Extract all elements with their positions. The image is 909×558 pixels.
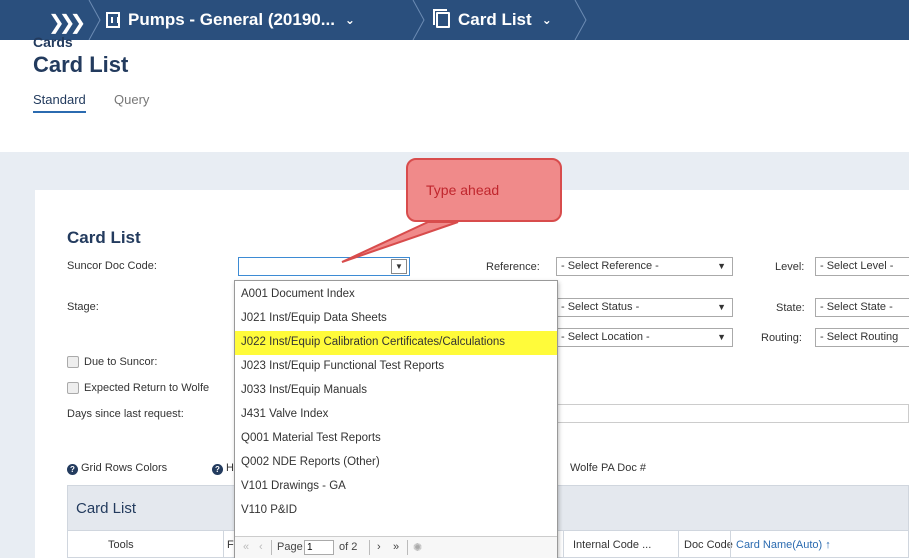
list-item[interactable]: J023 Inst/Equip Functional Test Reports [235,355,557,379]
column-divider [223,531,224,558]
column-divider [678,531,679,558]
breadcrumb-separator-icon [412,0,425,40]
column-divider [730,531,731,558]
top-nav-bar: ❯❯❯ Pumps - General (20190... ⌄ Card Lis… [0,0,909,40]
list-item[interactable]: A001 Document Index [235,283,557,307]
dropdown-arrow-icon: ▼ [717,261,726,271]
callout-text: Type ahead [426,182,500,198]
routing-select[interactable]: - Select Routing [815,328,909,347]
tab-query[interactable]: Query [114,92,149,107]
status-select[interactable]: - Select Status - ▼ [556,298,733,317]
help-link[interactable]: ? H [212,462,234,475]
type-ahead-callout: Type ahead [406,158,562,222]
list-item[interactable]: Q001 Material Test Reports [235,427,557,451]
reference-label: Reference: [486,261,540,273]
doc-code-label: Suncor Doc Code: [67,260,157,272]
help-icon: ? [212,464,223,475]
routing-label: Routing: [761,332,802,344]
refresh-icon[interactable]: ✺ [413,541,422,554]
status-value: - Select Status - [561,301,640,313]
sort-ascending-icon: ↑ [822,539,831,551]
first-page-icon[interactable]: « [243,541,249,553]
list-item[interactable]: Q002 NDE Reports (Other) [235,451,557,475]
expected-return-checkbox[interactable] [67,382,79,394]
location-value: - Select Location - [561,331,650,343]
column-internal-code[interactable]: Internal Code ... [573,539,651,551]
state-select[interactable]: - Select State - [815,298,909,317]
level-label: Level: [775,261,805,273]
list-item[interactable]: J033 Inst/Equip Manuals [235,379,557,403]
location-select[interactable]: - Select Location - ▼ [556,328,733,347]
page-name: Card List [458,10,532,29]
last-page-icon[interactable]: » [393,541,399,553]
breadcrumb-separator-icon [574,0,587,40]
expected-return-label: Expected Return to Wolfe [84,382,210,394]
due-to-suncor-checkbox[interactable] [67,356,79,368]
state-label: State: [776,302,805,314]
page-selector[interactable]: Card List ⌄ [433,0,552,40]
project-name: Pumps - General (20190... [128,10,335,29]
section-title: Card List [67,228,141,247]
column-card-name[interactable]: Card Name(Auto) ↑ [736,539,831,551]
page-count-label: of 2 [339,541,358,553]
list-item[interactable]: J431 Valve Index [235,403,557,427]
grid-rows-colors-link[interactable]: ? Grid Rows Colors [67,462,167,475]
column-f[interactable]: F [227,539,234,551]
tab-standard[interactable]: Standard [33,92,86,113]
column-divider [563,531,564,558]
page-title: Card List [33,52,129,77]
help-link-label: H [226,462,234,474]
grid-title: Card List [76,500,137,517]
dropdown-pager: « ‹ Page of 2 › » ✺ [235,536,557,558]
list-item[interactable]: V110 P&ID [235,499,557,523]
chevron-down-icon: ⌄ [344,13,355,27]
grid-rows-colors-label: Grid Rows Colors [81,462,168,474]
page-number-input[interactable] [304,540,334,555]
dropdown-arrow-icon: ▼ [717,332,726,342]
pager-divider [369,540,370,555]
copy-document-icon [433,9,450,28]
column-card-name-label: Card Name(Auto) [736,539,823,551]
previous-page-icon[interactable]: ‹ [259,541,263,553]
column-tools[interactable]: Tools [108,539,134,551]
dropdown-arrow-icon[interactable]: ▼ [391,259,407,274]
list-item[interactable]: V101 Drawings - GA [235,475,557,499]
next-page-icon[interactable]: › [377,541,381,553]
stage-label: Stage: [67,301,99,313]
page-label: Page [277,541,303,553]
level-value: - Select Level - [820,260,894,272]
breadcrumb-separator-icon [88,0,101,40]
routing-value: - Select Routing [820,331,899,343]
due-to-suncor-label: Due to Suncor: [84,356,158,368]
help-icon: ? [67,464,78,475]
list-item[interactable]: J021 Inst/Equip Data Sheets [235,307,557,331]
pager-divider [407,540,408,555]
doc-code-combobox[interactable]: ▼ [238,257,410,276]
breadcrumb[interactable]: Cards [33,34,73,50]
level-select[interactable]: - Select Level - [815,257,909,276]
wolfe-pa-doc-label[interactable]: Wolfe PA Doc # [570,462,646,474]
pump-icon [106,12,120,28]
reference-value: - Select Reference - [561,260,659,272]
home-chevrons-icon[interactable]: ❯❯❯ [48,10,86,35]
list-item-highlighted[interactable]: J022 Inst/Equip Calibration Certificates… [235,331,557,355]
doc-code-dropdown-list: A001 Document Index J021 Inst/Equip Data… [234,280,558,558]
chevron-down-icon: ⌄ [541,13,552,27]
pager-divider [271,540,272,555]
reference-select[interactable]: - Select Reference - ▼ [556,257,733,276]
column-doc-code[interactable]: Doc Code [684,539,733,551]
state-value: - Select State - [820,301,893,313]
dropdown-arrow-icon: ▼ [717,302,726,312]
days-since-label: Days since last request: [67,408,184,420]
project-selector[interactable]: Pumps - General (20190... ⌄ [106,0,355,40]
